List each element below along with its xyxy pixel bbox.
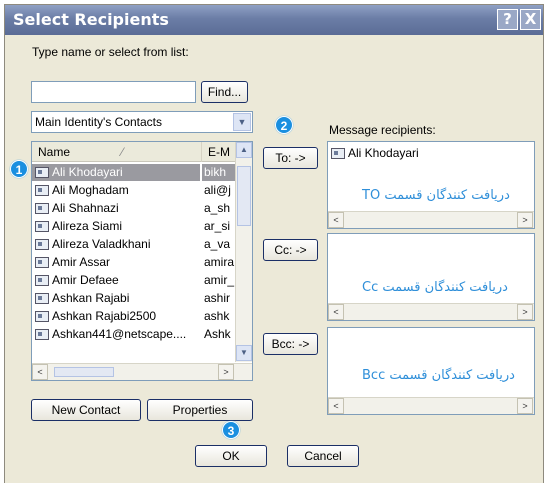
to-horizontal-scrollbar[interactable]: < > xyxy=(328,211,534,228)
scroll-up-icon[interactable]: ▲ xyxy=(236,142,252,158)
cc-button-label: Cc: -> xyxy=(274,243,307,257)
contact-card-icon xyxy=(35,275,49,286)
contact-card-icon xyxy=(35,203,49,214)
address-book-select-value: Main Identity's Contacts xyxy=(35,115,163,129)
scroll-right-icon[interactable]: > xyxy=(517,304,533,320)
scroll-thumb[interactable] xyxy=(54,367,114,377)
select-recipients-dialog: Select Recipients ? X Type name or selec… xyxy=(4,4,544,483)
scroll-left-icon[interactable]: < xyxy=(328,304,344,320)
contact-card-icon xyxy=(35,293,49,304)
scroll-right-icon[interactable]: > xyxy=(517,212,533,228)
scroll-left-icon[interactable]: < xyxy=(328,212,344,228)
properties-button-label: Properties xyxy=(172,403,228,417)
recipients-label: Message recipients: xyxy=(329,123,436,137)
contact-card-icon xyxy=(35,167,49,178)
chevron-down-icon[interactable]: ▼ xyxy=(233,113,251,131)
bcc-recipients-list[interactable]: دریافت کنندگان قسمت Bcc < > xyxy=(327,327,535,415)
contact-name: Ashkan Rajabi xyxy=(52,291,130,305)
recipient-name: Ali Khodayari xyxy=(348,146,419,160)
help-button[interactable]: ? xyxy=(497,9,518,30)
contact-name: Alireza Valadkhani xyxy=(52,237,151,251)
contact-name: Ashkan441@netscape.... xyxy=(52,327,187,341)
ok-button-label: OK xyxy=(222,449,240,463)
bcc-button[interactable]: Bcc: -> xyxy=(263,333,318,355)
cc-horizontal-scrollbar[interactable]: < > xyxy=(328,303,534,320)
bcc-caption: دریافت کنندگان قسمت Bcc xyxy=(362,368,515,383)
search-prompt: Type name or select from list: xyxy=(32,45,189,59)
scroll-left-icon[interactable]: < xyxy=(32,364,48,380)
cancel-button[interactable]: Cancel xyxy=(287,445,359,467)
cc-caption: دریافت کنندگان قسمت Cc xyxy=(362,280,508,295)
contact-name: Alireza Siami xyxy=(52,219,123,233)
title-bar: Select Recipients ? X xyxy=(5,5,543,35)
column-header-email[interactable]: E-M xyxy=(202,142,236,162)
cc-recipients-list[interactable]: دریافت کنندگان قسمت Cc < > xyxy=(327,233,535,321)
bcc-horizontal-scrollbar[interactable]: < > xyxy=(328,397,534,414)
to-button-label: To: -> xyxy=(275,151,306,165)
callout-badge: 2 xyxy=(275,116,293,134)
bcc-button-label: Bcc: -> xyxy=(271,337,310,351)
callout-badge: 3 xyxy=(222,421,240,439)
new-contact-button-label: New Contact xyxy=(51,403,121,417)
scroll-thumb[interactable] xyxy=(237,166,251,226)
contact-card-icon xyxy=(35,311,49,322)
contact-card-icon xyxy=(331,148,345,159)
contact-card-icon xyxy=(35,329,49,340)
to-caption: دریافت کنندگان قسمت TO xyxy=(362,188,510,203)
to-button[interactable]: To: -> xyxy=(263,147,318,169)
address-book-select[interactable]: Main Identity's Contacts ▼ xyxy=(31,111,253,133)
contacts-list[interactable]: Name ⁄ E-M Ali Khodayari bikh Ali Moghad… xyxy=(31,141,253,381)
find-button-label: Find... xyxy=(207,85,242,99)
ok-button[interactable]: OK xyxy=(195,445,267,467)
contact-name: Ali Moghadam xyxy=(52,183,129,197)
search-input[interactable] xyxy=(31,81,196,103)
cc-button[interactable]: Cc: -> xyxy=(263,239,318,261)
contact-card-icon xyxy=(35,257,49,268)
cancel-button-label: Cancel xyxy=(304,449,342,463)
contact-name: Amir Assar xyxy=(52,255,111,269)
to-recipients-list[interactable]: Ali Khodayari دریافت کنندگان قسمت TO < > xyxy=(327,141,535,229)
new-contact-button[interactable]: New Contact xyxy=(31,399,141,421)
contacts-list-header: Name ⁄ E-M xyxy=(32,142,236,162)
contacts-horizontal-scrollbar[interactable]: < > xyxy=(32,363,252,380)
column-header-name[interactable]: Name ⁄ xyxy=(32,142,202,162)
scroll-right-icon[interactable]: > xyxy=(517,398,533,414)
close-button[interactable]: X xyxy=(520,9,541,30)
properties-button[interactable]: Properties xyxy=(147,399,253,421)
contact-card-icon xyxy=(35,221,49,232)
contact-card-icon xyxy=(35,239,49,250)
contact-name: Ali Shahnazi xyxy=(52,201,119,215)
contacts-vertical-scrollbar[interactable]: ▲ ▼ xyxy=(235,142,252,362)
find-button[interactable]: Find... xyxy=(201,81,248,103)
window-title: Select Recipients xyxy=(13,10,169,29)
contact-name: Amir Defaee xyxy=(52,273,119,287)
recipient-row[interactable]: Ali Khodayari xyxy=(328,145,528,162)
contact-name: Ashkan Rajabi2500 xyxy=(52,309,157,323)
contact-card-icon xyxy=(35,185,49,196)
contact-name: Ali Khodayari xyxy=(52,165,123,179)
scroll-down-icon[interactable]: ▼ xyxy=(236,345,252,361)
scroll-right-icon[interactable]: > xyxy=(218,364,234,380)
scroll-left-icon[interactable]: < xyxy=(328,398,344,414)
callout-badge: 1 xyxy=(10,160,28,178)
